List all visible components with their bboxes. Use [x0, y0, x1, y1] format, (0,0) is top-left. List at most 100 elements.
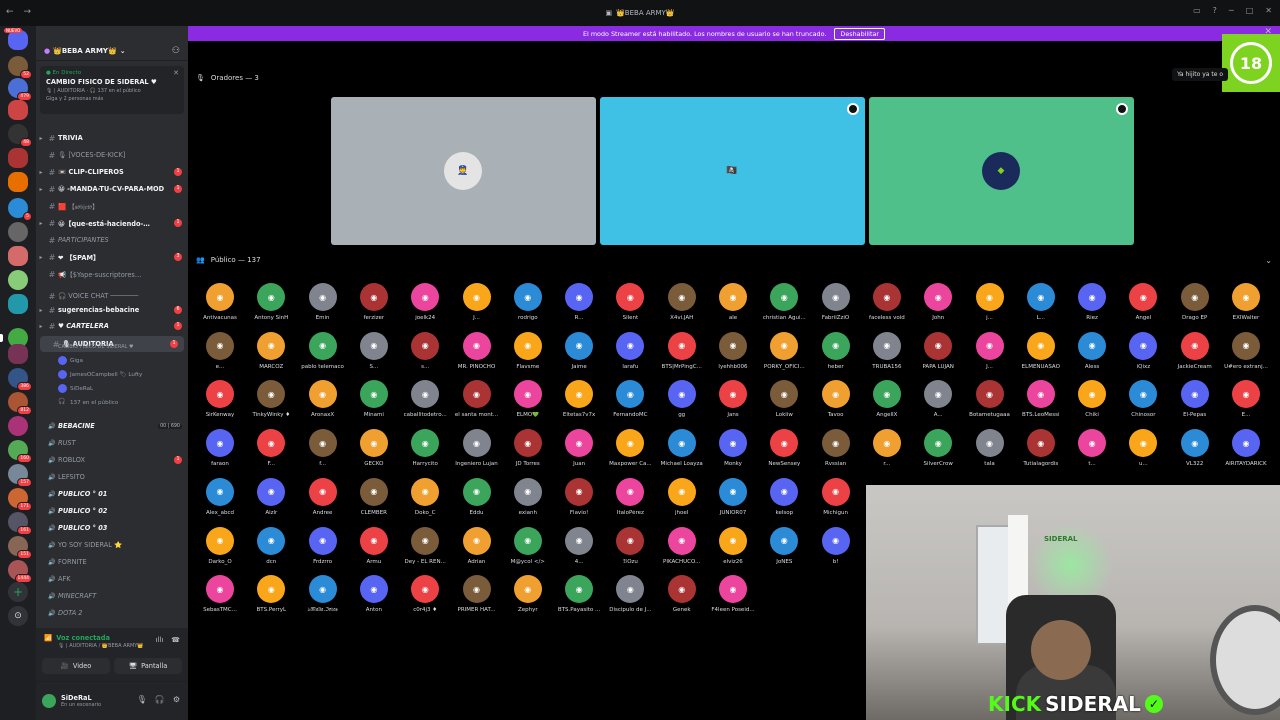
audience-member[interactable]: ◉ TRUBA156 — [863, 331, 911, 378]
server-icon-20[interactable]: 151 — [8, 536, 32, 559]
audience-member[interactable]: ◉ M@ycol </> — [504, 526, 552, 573]
add-member-icon[interactable]: ⚇ — [172, 46, 180, 56]
server-icon-14[interactable]: 812 — [8, 392, 32, 415]
server-icon-16[interactable]: 160 — [8, 440, 32, 463]
audience-member[interactable]: ◉ El-Pepas — [1171, 380, 1219, 426]
audience-member[interactable]: ◉ Darko_O — [196, 526, 244, 573]
audience-member[interactable]: ◉ JoNES — [760, 526, 808, 573]
audience-member[interactable]: ◉ BTS|MrPingC... — [658, 331, 706, 378]
server-icon-9[interactable] — [8, 246, 28, 266]
audience-member[interactable]: ◉ JD Torres — [504, 429, 552, 475]
audience-member[interactable]: ◉ dcn — [247, 526, 295, 573]
audience-member[interactable]: ◉ Antony SinH — [247, 283, 295, 329]
channel-item[interactable]: # 🎙 [VOCES-DE-KICK] — [36, 147, 188, 163]
server-icon-18[interactable]: 171 — [8, 488, 32, 511]
audience-member[interactable]: ◉ faraon — [196, 429, 244, 475]
audience-member[interactable]: ◉ FabriiZziO — [812, 283, 860, 329]
audience-member[interactable]: ◉ Dey - EL REN... — [401, 526, 449, 573]
speaker-tile-3[interactable]: ◆ — [869, 97, 1134, 245]
audience-member[interactable]: ◉ tala — [966, 429, 1014, 475]
server-icon-17[interactable]: 157 — [8, 464, 32, 487]
audience-member[interactable]: ◉ Chiki — [1068, 380, 1116, 426]
server-icon-3[interactable] — [8, 100, 28, 120]
audience-member[interactable]: ◉ Botametugaaa — [966, 380, 1014, 426]
audience-member[interactable]: ◉ caballitodetro... — [401, 380, 449, 426]
server-icon-7[interactable]: 5 — [8, 198, 32, 221]
audience-member[interactable]: ◉ Antivacunas — [196, 283, 244, 329]
live-event-card[interactable]: ● En Directo CAMBIO FISICO DE SIDERAL ♥ … — [40, 66, 184, 114]
audience-member[interactable]: ◉ christian Agui... — [760, 283, 808, 329]
voice-channel-item[interactable]: 🔊 RUST — [36, 435, 188, 451]
audience-member[interactable]: ◉ J... — [966, 331, 1014, 378]
audience-member[interactable]: ◉ rodrigo — [504, 283, 552, 329]
channel-item[interactable]: ▸ # 📼 CLIP-CLIPEROS 1 — [36, 164, 188, 180]
audience-member[interactable]: ◉ Anton — [350, 575, 398, 621]
add-server-icon[interactable]: + — [8, 582, 28, 602]
audience-member[interactable]: ◉ MARCOZ — [247, 331, 295, 378]
audience-member[interactable]: ◉ EXIWalter — [1222, 283, 1270, 329]
close-icon[interactable]: ✕ — [173, 69, 179, 77]
audience-member[interactable]: ◉ AIRITAYDARICK — [1222, 429, 1270, 475]
speaker-tile-2[interactable]: 🏴‍☠️ — [600, 97, 865, 245]
audience-member[interactable]: ◉ Michigun — [812, 477, 860, 524]
audience-member[interactable]: ◉ larafu — [606, 331, 654, 378]
audience-member[interactable]: ◉ Jans — [709, 380, 757, 426]
avatar[interactable] — [42, 694, 56, 708]
audience-member[interactable]: ◉ Eddu — [453, 477, 501, 524]
channel-item[interactable]: ▸ # ♥ CARTELERA 1 — [36, 318, 188, 334]
server-icon-13[interactable]: 386 — [8, 368, 32, 391]
audience-member[interactable]: ◉ Maxpower Ca... — [606, 429, 654, 475]
audience-member[interactable]: ◉ Frdzrro — [299, 526, 347, 573]
audience-member[interactable]: ◉ Michael Loayza — [658, 429, 706, 475]
audience-member[interactable]: ◉ Riez — [1068, 283, 1116, 329]
audience-member[interactable]: ◉ Lokiiw — [760, 380, 808, 426]
minimize-icon[interactable]: ─ — [1229, 6, 1234, 15]
voice-channel-item[interactable]: 🔊 FORNITE — [36, 554, 188, 570]
disconnect-icon[interactable]: ☎ — [171, 636, 180, 644]
microphone-icon[interactable]: 🎙 — [137, 695, 147, 704]
close-window-icon[interactable]: ✕ — [1265, 6, 1272, 15]
audience-member[interactable]: ◉ A... — [914, 380, 962, 426]
audience-member[interactable]: ◉ Juan — [555, 429, 603, 475]
audience-member[interactable]: ◉ E... — [1222, 380, 1270, 426]
audience-member[interactable]: ◉ b! — [812, 526, 860, 573]
audience-member[interactable]: ◉ Tavoo — [812, 380, 860, 426]
audience-member[interactable]: ◉ Flavio! — [555, 477, 603, 524]
audience-member[interactable]: ◉ Silent — [606, 283, 654, 329]
audience-member[interactable]: ◉ f... — [299, 429, 347, 475]
audience-member[interactable]: ◉ J... — [453, 283, 501, 329]
channel-item[interactable]: # 🟥 【𝔰𝔬𝔟𝔧𝔢𝔱𝔬】 — [36, 198, 188, 214]
audience-member[interactable]: ◉ BTS.LeoMessi — [1017, 380, 1065, 426]
audience-member[interactable]: ◉ kelsop — [760, 477, 808, 524]
server-icon-5[interactable] — [8, 148, 28, 168]
server-icon-8[interactable] — [8, 222, 28, 242]
audience-member[interactable]: ◉ jhoel — [658, 477, 706, 524]
audience-member[interactable]: ◉ JackieCream — [1171, 331, 1219, 378]
audience-member[interactable]: ◉ CLEMBER — [350, 477, 398, 524]
voice-user[interactable]: SiDeRaL — [36, 382, 188, 395]
audience-member[interactable]: ◉ s... — [401, 331, 449, 378]
voice-user[interactable]: 🎧 137 en el público — [36, 396, 188, 409]
voice-channel-item[interactable]: 🔊 PUBLICO ° 03 — [36, 520, 188, 536]
inbox-icon[interactable]: ▭ — [1193, 6, 1201, 15]
direct-messages-button[interactable]: NUEVO — [4, 28, 28, 50]
audience-member[interactable]: ◉ MR. PINOCHO — [453, 331, 501, 378]
audience-member[interactable]: ◉ Emin — [299, 283, 347, 329]
voice-channel-item[interactable]: 🔊 YO SOY SIDERAL ⭐ — [36, 537, 188, 553]
audience-member[interactable]: ◉ Flavsme — [504, 331, 552, 378]
audience-member[interactable]: ◉ r... — [863, 429, 911, 475]
audience-member[interactable]: ◉ elviz26 — [709, 526, 757, 573]
audience-member[interactable]: ◉ t... — [1068, 429, 1116, 475]
audience-member[interactable]: ◉ F... — [247, 429, 295, 475]
audience-member[interactable]: ◉ U#ero extranj... — [1222, 331, 1270, 378]
audience-member[interactable]: ◉ PIKACHUCO... — [658, 526, 706, 573]
audience-member[interactable]: ◉ NewSensey — [760, 429, 808, 475]
back-arrow-icon[interactable]: ← — [6, 7, 14, 17]
audience-member[interactable]: ◉ AngelIX — [863, 380, 911, 426]
audience-member[interactable]: ◉ TinkyWinky ♦ — [247, 380, 295, 426]
voice-channel-item[interactable]: 🔊 AFK — [36, 571, 188, 587]
server-icon-2[interactable]: 479 — [8, 78, 32, 101]
audience-member[interactable]: ◉ ELMO💚 — [504, 380, 552, 426]
audience-member[interactable]: ◉ SirKenway — [196, 380, 244, 426]
channel-item[interactable]: # PARTICIPANTES — [36, 232, 188, 248]
